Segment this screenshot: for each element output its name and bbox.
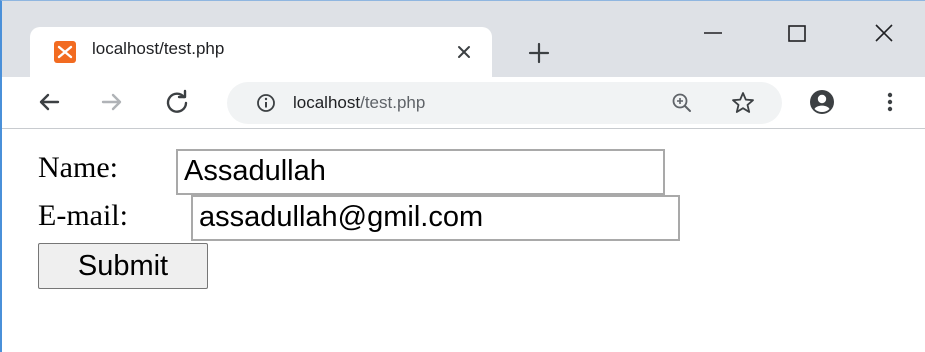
browser-window: localhost/test.php localhost/test.php Na… [0, 0, 925, 352]
address-bar[interactable]: localhost/test.php [227, 82, 782, 124]
tab-close-icon[interactable] [451, 39, 477, 65]
tab-localhost[interactable]: localhost/test.php [30, 27, 492, 79]
email-input[interactable]: assadullah@gmil.com [191, 195, 680, 241]
close-icon[interactable] [864, 19, 904, 49]
page-content: Name: Assadullah E-mail: assadullah@gmil… [2, 129, 925, 352]
submit-button[interactable]: Submit [38, 243, 208, 289]
maximize-icon[interactable] [777, 19, 817, 49]
url-path: /test.php [360, 93, 426, 112]
name-label: Name: [38, 151, 118, 184]
arrow-left-icon[interactable] [34, 87, 64, 117]
account-icon[interactable] [807, 87, 837, 117]
url-host: localhost [293, 93, 361, 112]
star-icon[interactable] [730, 90, 756, 116]
tab-title: localhost/test.php [92, 39, 225, 58]
zoom-in-icon[interactable] [670, 91, 694, 115]
browser-toolbar: localhost/test.php [2, 77, 925, 129]
xampp-favicon-icon [54, 41, 76, 63]
name-input[interactable]: Assadullah [176, 149, 665, 195]
url-text[interactable]: localhost/test.php [293, 93, 425, 113]
tab-strip: localhost/test.php [2, 1, 925, 79]
new-tab-plus-icon[interactable] [524, 38, 554, 68]
info-icon[interactable] [256, 93, 276, 113]
minimize-icon[interactable] [693, 19, 733, 49]
email-label: E-mail: [38, 199, 128, 232]
reload-icon[interactable] [162, 87, 192, 117]
arrow-right-icon[interactable] [97, 87, 127, 117]
kebab-menu-icon[interactable] [877, 87, 903, 117]
